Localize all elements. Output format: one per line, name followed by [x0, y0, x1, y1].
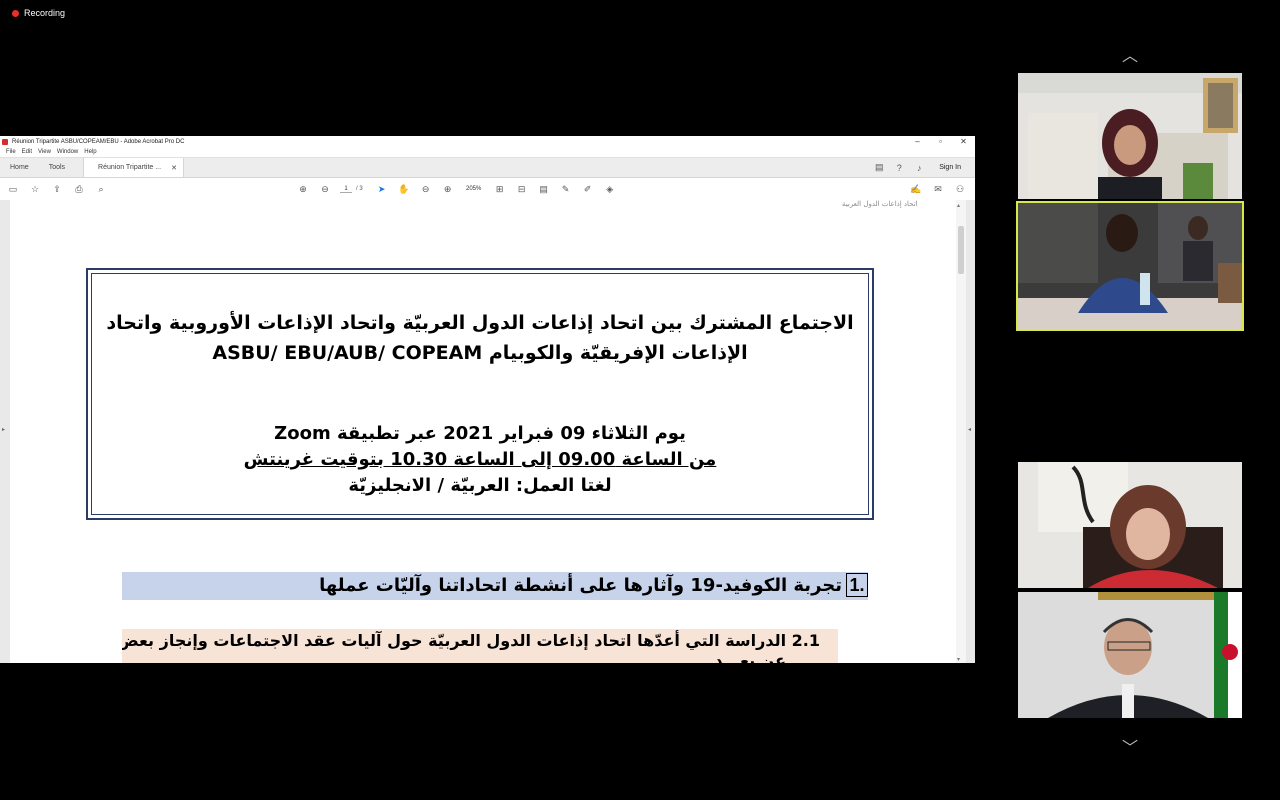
- document-area[interactable]: ▸ ﺍﺗﺤﺎﺩ ﺇﺫﺍﻋﺎﺕ ﺍﻟﺪﻭﻝ ﺍﻟﻌﺮﺑﻴﺔ الاجتماع ال…: [0, 200, 975, 663]
- tab-tools[interactable]: Tools: [39, 164, 75, 171]
- menu-file[interactable]: File: [6, 149, 16, 155]
- fill-sign-icon[interactable]: ✍: [905, 184, 927, 195]
- participant-4-video: [1018, 462, 1242, 588]
- video-tile-participant-2[interactable]: [1016, 201, 1244, 331]
- zoom-in-icon[interactable]: ⊕: [437, 184, 459, 195]
- participant-2-video: [1018, 203, 1242, 329]
- document-tab-label: Réunion Tripartite ...: [98, 164, 162, 171]
- title-line-1: الاجتماع المشترك بين اتحاد إذاعات الدول …: [106, 312, 854, 334]
- participant-5-video: [1018, 592, 1242, 718]
- recording-label: Recording: [24, 8, 66, 18]
- time-line: من الساعة 09.00 إلى الساعة 10.30 بتوقيت …: [243, 449, 717, 470]
- window-title: Réunion Tripartite ASBU/COPEAM/EBU - Ado…: [12, 138, 185, 145]
- highlight-pen-icon[interactable]: ✎: [555, 184, 577, 195]
- toolbar: ▭ ☆ ⇪ ⎙ ⌕ ⊕ ⊖ 1 / 3 ➤ ✋ ⊖ ⊕ 205% ⊞ ⊟ ▤ ✎…: [0, 178, 975, 201]
- draw-icon[interactable]: ✐: [577, 184, 599, 195]
- scroll-up-icon[interactable]: ▴: [957, 202, 960, 209]
- agenda-item-1-number: 1.: [846, 573, 868, 597]
- acrobat-logo-icon: [2, 138, 8, 145]
- menu-window[interactable]: Window: [57, 149, 78, 155]
- video-tile-participant-1[interactable]: [1018, 73, 1242, 199]
- chevron-up-icon[interactable]: ︿: [1118, 42, 1142, 66]
- zoom-out-icon[interactable]: ⊖: [415, 184, 437, 195]
- share-user-icon[interactable]: ⚇: [949, 184, 971, 195]
- tab-document[interactable]: Réunion Tripartite ... ✕: [83, 158, 184, 177]
- agenda-item-2-1-text: 2.1 الدراسة التي أعدّها اتحاد إذاعات الد…: [122, 631, 820, 650]
- page-total: / 3: [356, 186, 363, 192]
- tab-bar: Home Tools Réunion Tripartite ... ✕ ▤ ? …: [0, 157, 975, 178]
- minimize-button[interactable]: –: [906, 137, 929, 146]
- left-panel-toggle[interactable]: ▸: [0, 200, 10, 663]
- window-titlebar: Réunion Tripartite ASBU/COPEAM/EBU - Ado…: [0, 136, 975, 147]
- agenda-item-1-text: تجربة الكوفيد-19 وآثارها على أنشطة اتحاد…: [319, 575, 842, 596]
- asbu-logo: ﺍﺗﺤﺎﺩ ﺇﺫﺍﻋﺎﺕ ﺍﻟﺪﻭﻝ ﺍﻟﻌﺮﺑﻴﺔ: [842, 200, 918, 208]
- video-tile-participant-5[interactable]: [1018, 592, 1242, 718]
- maximize-button[interactable]: ▫: [929, 137, 952, 146]
- date-line: يوم الثلاثاء 09 فبراير 2021 عبر تطبيقة Z…: [274, 423, 686, 444]
- upload-icon[interactable]: ⇪: [46, 184, 68, 195]
- sign-in-button[interactable]: Sign In: [939, 164, 961, 171]
- email-icon[interactable]: ✉: [927, 184, 949, 195]
- search-icon[interactable]: ⌕: [90, 184, 112, 195]
- stamp-icon[interactable]: ◈: [599, 184, 621, 195]
- recording-indicator: Recording: [12, 8, 65, 18]
- help-icon[interactable]: ?: [892, 163, 906, 173]
- scroll-down-icon[interactable]: ▾: [957, 656, 960, 663]
- fit-page-icon[interactable]: ⊞: [489, 184, 511, 195]
- hand-tool-icon[interactable]: ✋: [393, 184, 415, 195]
- page-number-input[interactable]: 1: [340, 186, 352, 193]
- title-box: الاجتماع المشترك بين اتحاد إذاعات الدول …: [86, 268, 874, 520]
- menu-view[interactable]: View: [38, 149, 51, 155]
- print-icon[interactable]: ⎙: [68, 184, 90, 195]
- menu-help[interactable]: Help: [84, 149, 96, 155]
- title-line-2: الإذاعات الإفريقيّة والكوبيام ASBU/ EBU/…: [212, 342, 748, 364]
- tab-home[interactable]: Home: [0, 164, 39, 171]
- video-tile-participant-3[interactable]: [1018, 333, 1242, 459]
- scrollbar-thumb[interactable]: [958, 226, 964, 274]
- menu-bar: File Edit View Window Help: [0, 147, 975, 157]
- bookmark-star-icon[interactable]: ☆: [24, 184, 46, 195]
- scroll-mode-icon[interactable]: ⊟: [511, 184, 533, 195]
- agenda-item-1: تجربة الكوفيد-19 وآثارها على أنشطة اتحاد…: [122, 572, 868, 600]
- comment-tool-icon[interactable]: ▤: [533, 184, 555, 195]
- vertical-scrollbar[interactable]: ▴ ▾: [956, 200, 966, 663]
- menu-edit[interactable]: Edit: [22, 149, 32, 155]
- record-dot-icon: [12, 9, 19, 17]
- chevron-down-icon[interactable]: ﹀: [1118, 734, 1142, 758]
- language-line: لغتا العمل: العربيّة / الانجليزيّة: [348, 475, 612, 496]
- right-panel-toggle[interactable]: ◂: [966, 200, 975, 663]
- video-tile-participant-4[interactable]: [1018, 462, 1242, 588]
- select-cursor-icon[interactable]: ➤: [371, 184, 393, 195]
- next-page-icon[interactable]: ⊖: [314, 184, 336, 195]
- save-icon[interactable]: ▭: [2, 184, 24, 195]
- acrobat-window: Réunion Tripartite ASBU/COPEAM/EBU - Ado…: [0, 136, 975, 663]
- prev-page-icon[interactable]: ⊕: [292, 184, 314, 195]
- comment-icon[interactable]: ▤: [872, 162, 886, 173]
- agenda-item-2-1: 2.1 الدراسة التي أعدّها اتحاد إذاعات الد…: [122, 629, 838, 663]
- agenda-item-2-1-continued: عن بعـــد: [714, 651, 786, 663]
- participant-1-video: [1018, 73, 1242, 199]
- notification-bell-icon[interactable]: ♪: [912, 163, 926, 173]
- close-window-button[interactable]: ✕: [952, 137, 975, 146]
- zoom-level-select[interactable]: 205%: [459, 186, 489, 192]
- close-tab-icon[interactable]: ✕: [171, 164, 177, 172]
